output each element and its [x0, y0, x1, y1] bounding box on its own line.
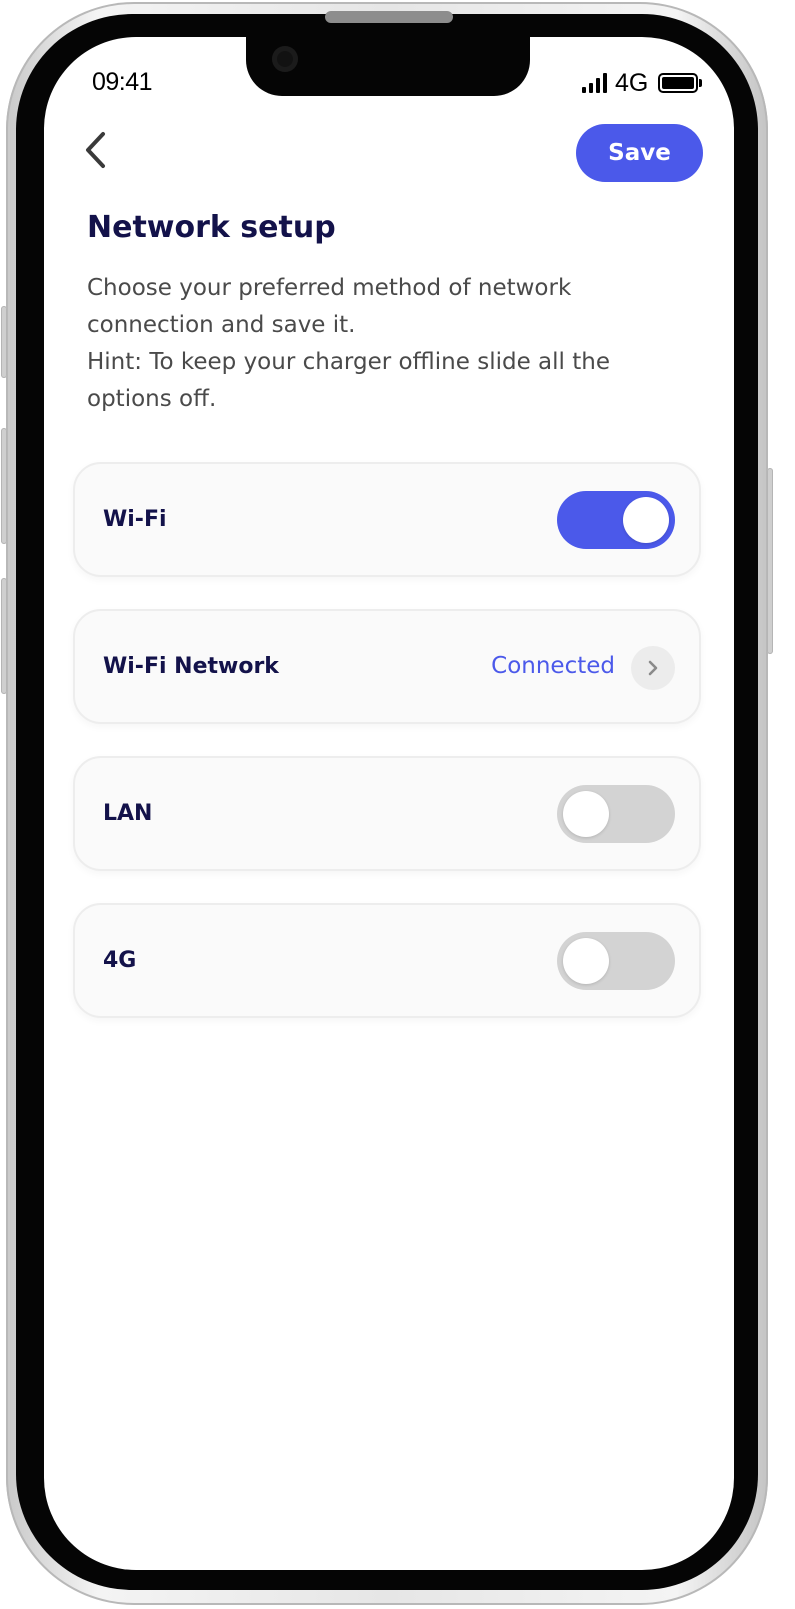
wifi-option-card: Wi-Fi	[73, 462, 701, 577]
4g-toggle[interactable]	[557, 932, 675, 990]
status-time: 09:41	[92, 68, 153, 96]
speaker-grille	[325, 11, 453, 23]
status-indicators: 4G	[582, 68, 703, 98]
power-button	[767, 468, 773, 654]
battery-icon	[658, 73, 703, 93]
toggle-knob	[623, 497, 669, 543]
volume-down-button	[1, 578, 7, 694]
lan-label: LAN	[103, 801, 153, 826]
wifi-network-option-card[interactable]: Wi-Fi Network Connected	[73, 609, 701, 724]
4g-option-card: 4G	[73, 903, 701, 1018]
wifi-label: Wi-Fi	[103, 507, 167, 532]
wifi-toggle[interactable]	[557, 491, 675, 549]
notch	[246, 36, 530, 96]
network-type-label: 4G	[615, 68, 649, 97]
description-text: Choose your preferred method of network …	[87, 275, 572, 338]
hint-text: Hint: To keep your charger offline slide…	[87, 349, 610, 412]
page-description: Choose your preferred method of network …	[87, 270, 697, 418]
volume-up-button	[1, 428, 7, 544]
signal-icon	[582, 73, 607, 93]
save-button[interactable]: Save	[576, 124, 703, 182]
toggle-knob	[563, 791, 609, 837]
lan-option-card: LAN	[73, 756, 701, 871]
4g-label: 4G	[103, 948, 137, 973]
wifi-network-label: Wi-Fi Network	[103, 654, 279, 679]
action-button	[1, 306, 7, 378]
chevron-left-icon	[86, 132, 105, 168]
lan-toggle[interactable]	[557, 785, 675, 843]
back-button[interactable]	[72, 126, 120, 174]
connection-status: Connected	[491, 653, 615, 679]
camera-icon	[272, 46, 298, 72]
toggle-knob	[563, 938, 609, 984]
chevron-right-icon	[648, 660, 658, 676]
page-title: Network setup	[87, 210, 336, 245]
wifi-network-open-button[interactable]	[631, 646, 675, 690]
